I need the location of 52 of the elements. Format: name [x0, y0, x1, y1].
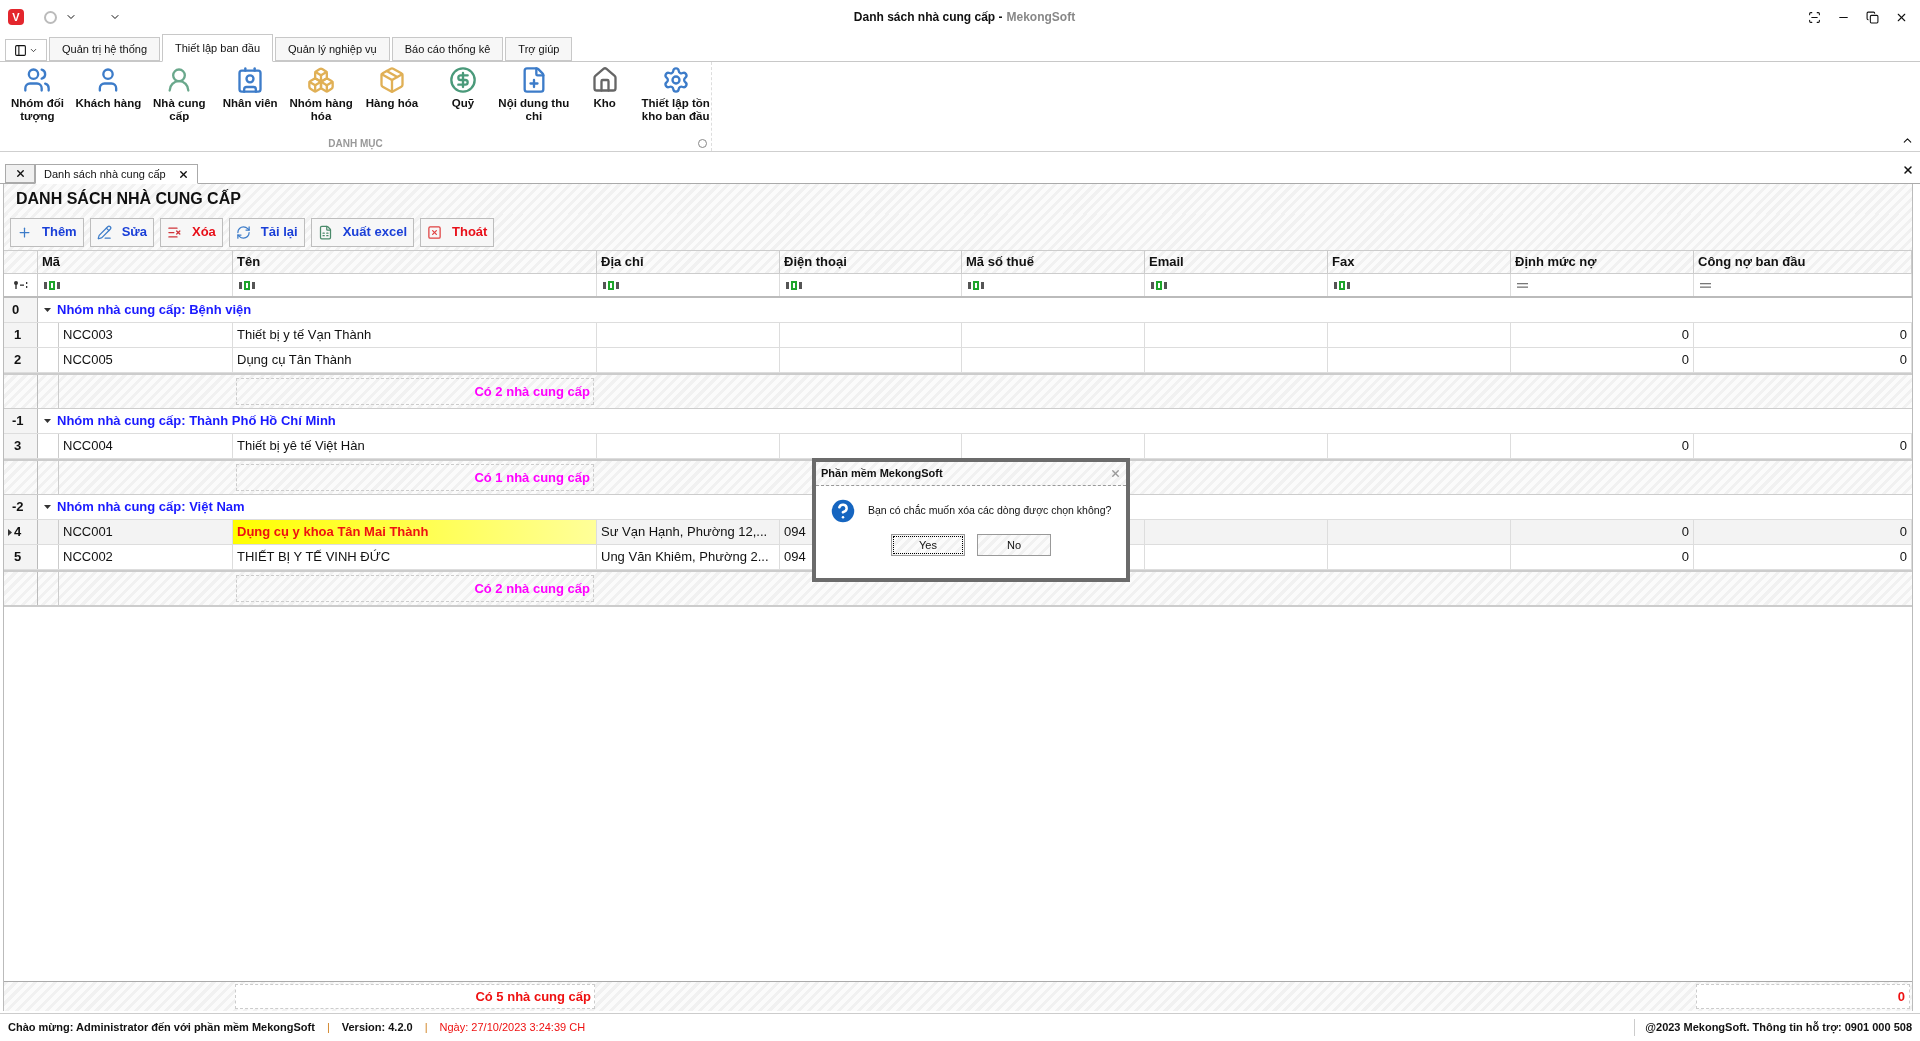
table-cell-text: Sư Vạn Hạnh, Phường 12,...: [601, 523, 768, 542]
ribbon-group-label: DANH MỤC: [328, 136, 383, 151]
table-cell-text: 0: [1899, 326, 1907, 345]
group-summary: Có 2 nhà cung cấp: [474, 579, 590, 598]
table-cell-text: 094: [784, 523, 806, 542]
status-text: Version: 4.2.0: [341, 1020, 413, 1036]
status-text: @2023 MekongSoft. Thông tin hỗ trợ: 0901 000 508: [1634, 1019, 1912, 1036]
row-number: 0: [4, 298, 38, 322]
table-cell-text: 0: [1899, 437, 1907, 456]
total-value: 0: [1897, 987, 1905, 1006]
status-text: Chào mừng: Administrator đến với phần mềm MekongSoft: [8, 1020, 315, 1036]
status-text: Ngày: 27/10/2023 3:24:39 CH: [439, 1020, 586, 1036]
app-logo: V: [8, 9, 24, 25]
row-number: 1: [4, 323, 38, 347]
window-title: Danh sách nhà cung cấp -: [853, 9, 1003, 26]
row-number: -2: [4, 495, 38, 519]
table-cell-text: 0: [1681, 437, 1689, 456]
dialog-message: Bạn có chắc muốn xóa các dòng được chọn không?: [868, 503, 1112, 519]
group-label: Nhóm nhà cung cấp: Việt Nam: [57, 498, 245, 517]
table-cell-text: Thiết bị y tế Vạn Thành: [237, 326, 372, 345]
table-cell-text: NCC002: [63, 548, 113, 567]
table-cell-text: NCC001: [63, 523, 113, 542]
row-number: -1: [4, 409, 38, 433]
table-cell-text: THIẾT BỊ Y TẾ VINH ĐỨC: [237, 548, 391, 567]
table-cell-text: NCC004: [63, 437, 113, 456]
group-summary: Có 1 nhà cung cấp: [474, 468, 590, 487]
table-cell-text: Thiết bị yê tế Việt Hàn: [237, 437, 365, 456]
page-title: DANH SÁCH NHÀ CUNG CẤP: [16, 188, 241, 209]
table-cell-text: 0: [1681, 548, 1689, 567]
table-cell-text: Dụng cụ Tân Thành: [237, 351, 352, 370]
row-number: 2: [4, 348, 38, 372]
table-cell-text: 0: [1681, 326, 1689, 345]
table-cell-text: 0: [1899, 548, 1907, 567]
row-number: 5: [4, 545, 38, 569]
status-separator: |: [326, 1020, 330, 1036]
table-cell-text: Ung Văn Khiêm, Phường 2...: [601, 548, 769, 567]
table-cell-text: 0: [1681, 523, 1689, 542]
group-label: Nhóm nhà cung cấp: Thành Phố Hồ Chí Minh: [57, 412, 336, 431]
table-cell-text: Dụng cụ y khoa Tân Mai Thành: [237, 523, 429, 542]
total-summary: Có 5 nhà cung cấp: [475, 987, 591, 1006]
table-cell-text: 0: [1899, 351, 1907, 370]
status-separator: |: [424, 1020, 428, 1036]
group-label: Nhóm nhà cung cấp: Bệnh viện: [57, 301, 252, 320]
table-cell-text: 0: [1899, 523, 1907, 542]
group-summary: Có 2 nhà cung cấp: [474, 382, 590, 401]
table-cell-text: NCC003: [63, 326, 113, 345]
table-cell-text: 094: [784, 548, 806, 567]
table-cell-text: 0: [1681, 351, 1689, 370]
table-cell-text: NCC005: [63, 351, 113, 370]
dialog-title: Phần mềm MekongSoft: [821, 466, 943, 482]
app-name: MekongSoft: [1006, 9, 1076, 26]
row-number: 3: [4, 434, 38, 458]
